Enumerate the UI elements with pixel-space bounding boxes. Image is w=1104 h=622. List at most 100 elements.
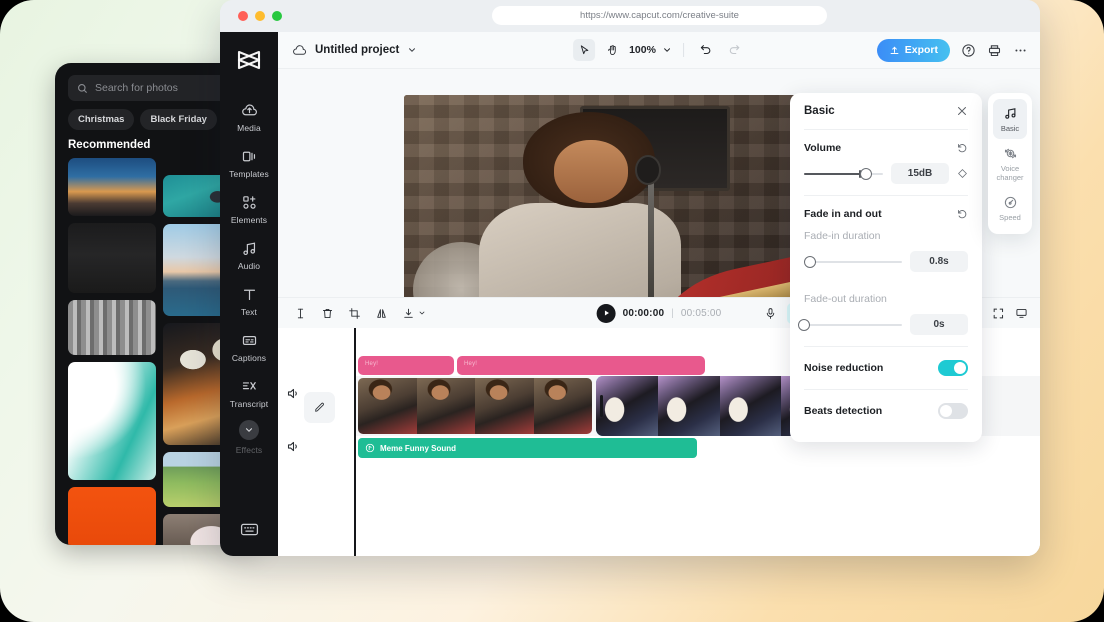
sidebar-item-text[interactable]: Text (220, 278, 278, 324)
photo-thumbnail[interactable] (68, 223, 156, 293)
photo-thumbnail[interactable] (68, 362, 156, 480)
zoom-level[interactable]: 100% (629, 44, 656, 56)
play-button[interactable] (596, 303, 616, 323)
transcript-icon (242, 382, 256, 390)
chevron-down-icon (245, 428, 253, 432)
undo-button[interactable] (695, 39, 717, 61)
playback-controls: 00:00:00 | 00:05:00 (596, 303, 722, 323)
print-icon[interactable] (987, 43, 1002, 58)
clip-trim-handle-left[interactable] (600, 395, 603, 417)
app-header: Untitled project 100% Export (278, 32, 1040, 69)
crop-icon[interactable] (348, 307, 361, 320)
reset-icon[interactable] (956, 142, 968, 154)
caption-clip[interactable]: Hey! (457, 356, 705, 375)
beats-detection-toggle[interactable] (938, 403, 968, 419)
download-icon (404, 308, 413, 318)
help-icon[interactable] (961, 43, 976, 58)
edit-track-button[interactable] (304, 392, 335, 423)
reset-icon[interactable] (956, 208, 968, 220)
chevron-down-icon (419, 311, 425, 315)
volume-slider[interactable] (804, 167, 883, 180)
export-button[interactable]: Export (876, 38, 950, 62)
tag-chip-christmas[interactable]: Christmas (68, 109, 135, 130)
sidebar-item-label: Templates (229, 169, 269, 179)
audio-clip-label: Meme Funny Sound (380, 443, 456, 453)
prail-item-speed[interactable]: Speed (993, 188, 1027, 228)
music-note-icon (1004, 108, 1015, 119)
photo-thumbnail[interactable] (68, 158, 156, 216)
play-icon (604, 310, 609, 316)
photo-thumbnail[interactable] (68, 487, 156, 545)
fade-out-slider-row: 0s (798, 305, 968, 346)
download-group[interactable] (402, 307, 426, 320)
sidebar-item-captions[interactable]: Captions (220, 324, 278, 370)
header-tools: 100% (573, 39, 745, 61)
volume-section-header: Volume (804, 130, 968, 154)
panel-title: Basic (804, 105, 835, 117)
elements-icon (242, 196, 256, 209)
sidebar-item-media[interactable]: Media (220, 94, 278, 140)
fade-in-slider[interactable] (803, 255, 902, 268)
caption-clip-label: Hey! (464, 361, 478, 367)
fade-out-label: Fade-out duration (804, 293, 887, 305)
cursor-icon (580, 44, 588, 54)
prail-item-basic[interactable]: Basic (993, 99, 1027, 139)
redo-button[interactable] (723, 39, 745, 61)
delete-icon[interactable] (321, 307, 334, 320)
beats-detection-row: Beats detection (804, 390, 968, 432)
playhead[interactable] (354, 328, 356, 556)
keyframe-icon[interactable] (957, 168, 968, 179)
photo-thumbnail[interactable] (68, 300, 156, 355)
mirror-icon[interactable] (375, 307, 388, 320)
select-tool-button[interactable] (573, 39, 596, 61)
monitor-icon[interactable] (1015, 307, 1028, 320)
sidebar-item-templates[interactable]: Templates (220, 140, 278, 186)
noise-reduction-label: Noise reduction (804, 362, 884, 374)
audio-clip[interactable]: Meme Funny Sound (358, 438, 697, 458)
browser-window: https://www.capcut.com/creative-suite Me… (220, 0, 1040, 556)
capcut-logo-icon (237, 50, 261, 70)
split-icon[interactable] (294, 307, 307, 320)
cloud-icon (293, 44, 307, 55)
track-mute-button-audio[interactable] (286, 439, 301, 459)
left-sidebar: Media Templates Elements Audio Text Capt… (220, 32, 278, 556)
noise-reduction-row: Noise reduction (804, 347, 968, 389)
upload-icon (890, 46, 899, 54)
tag-chip-black-friday[interactable]: Black Friday (140, 109, 217, 130)
fade-out-slider[interactable] (798, 318, 902, 331)
fade-in-value[interactable]: 0.8s (910, 251, 968, 272)
undo-icon (700, 45, 711, 55)
sidebar-item-audio[interactable]: Audio (220, 232, 278, 278)
noise-reduction-toggle[interactable] (938, 360, 968, 376)
volume-value[interactable]: 15dB (891, 163, 949, 184)
caption-clip[interactable]: Hey! (358, 356, 454, 375)
panel-header: Basic (804, 93, 968, 129)
address-bar[interactable]: https://www.capcut.com/creative-suite (492, 6, 827, 25)
browser-titlebar: https://www.capcut.com/creative-suite (220, 0, 1040, 32)
hand-tool-button[interactable] (601, 39, 623, 61)
collapse-sidebar-button[interactable] (239, 420, 259, 440)
video-face (553, 140, 629, 203)
fullscreen-icon[interactable] (992, 307, 1005, 320)
more-icon[interactable] (1013, 43, 1028, 58)
sidebar-item-elements[interactable]: Elements (220, 186, 278, 232)
project-title-group[interactable]: Untitled project (292, 43, 417, 58)
sidebar-item-transcript[interactable]: Transcript (220, 370, 278, 416)
close-window-button[interactable] (238, 11, 248, 21)
prail-item-voice-changer[interactable]: Voice changer (993, 139, 1027, 188)
maximize-window-button[interactable] (272, 11, 282, 21)
prail-label: Voice changer (996, 164, 1024, 182)
microphone-icon[interactable] (764, 307, 777, 320)
capcut-logo[interactable] (231, 42, 267, 78)
window-controls (238, 11, 282, 21)
chevron-down-icon[interactable] (407, 45, 417, 55)
audio-note-icon (365, 443, 375, 453)
minimize-window-button[interactable] (255, 11, 265, 21)
track-mute-button-video[interactable] (286, 386, 301, 406)
search-placeholder: Search for photos (95, 82, 178, 94)
fade-out-value[interactable]: 0s (910, 314, 968, 335)
chevron-down-icon[interactable] (662, 45, 672, 55)
video-clip-singer[interactable] (358, 378, 592, 434)
close-icon[interactable] (956, 105, 968, 117)
shortcuts-button[interactable] (240, 522, 259, 542)
